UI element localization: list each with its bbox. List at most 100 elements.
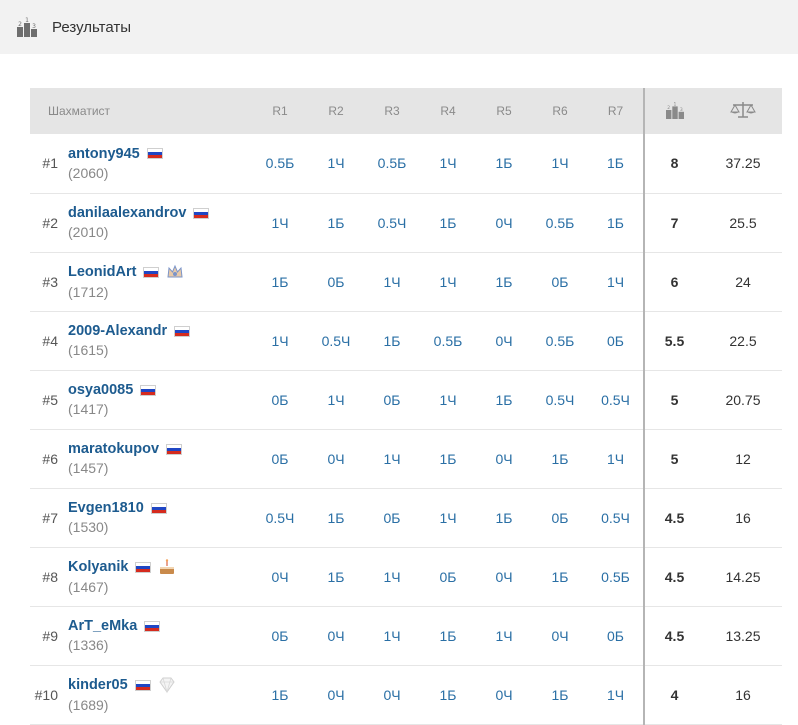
player-cell: osya0085 (1417) xyxy=(62,370,252,429)
round-result-link[interactable]: 0.5Ч xyxy=(252,488,308,547)
player-name-link[interactable]: ArT_eMka xyxy=(68,618,137,634)
round-result-link[interactable]: 1Ч xyxy=(476,606,532,665)
round-result-link[interactable]: 1Ч xyxy=(308,370,364,429)
round-result-link[interactable]: 1Б xyxy=(532,547,588,606)
round-result-link[interactable]: 1Б xyxy=(476,370,532,429)
player-name-link[interactable]: kinder05 xyxy=(68,677,128,693)
round-result-link[interactable]: 0Б xyxy=(252,606,308,665)
player-name-line: 2009-Alexandr xyxy=(68,323,252,339)
player-name-link[interactable]: osya0085 xyxy=(68,382,133,398)
round-result-link[interactable]: 1Ч xyxy=(364,429,420,488)
round-result-link[interactable]: 1Б xyxy=(308,547,364,606)
round-result-link[interactable]: 1Б xyxy=(476,488,532,547)
round-result-link[interactable]: 1Ч xyxy=(420,370,476,429)
player-rating: (1615) xyxy=(68,342,109,358)
round-result-link[interactable]: 1Б xyxy=(308,488,364,547)
round-result-link[interactable]: 0Б xyxy=(308,252,364,311)
player-cell: kinder05 (1689) xyxy=(62,665,252,724)
round-result-link[interactable]: 1Ч xyxy=(588,429,644,488)
round-result-link[interactable]: 0.5Б xyxy=(252,134,308,193)
round-result-link[interactable]: 1Ч xyxy=(420,488,476,547)
round-result-link[interactable]: 1Ч xyxy=(532,134,588,193)
round-result-link[interactable]: 1Б xyxy=(308,193,364,252)
player-name-line: danilaalexandrov xyxy=(68,205,252,221)
player-name-link[interactable]: maratokupov xyxy=(68,441,159,457)
round-result-link[interactable]: 0.5Б xyxy=(588,547,644,606)
round-result-link[interactable]: 0.5Б xyxy=(420,311,476,370)
round-result-link[interactable]: 1Б xyxy=(588,134,644,193)
round-result-link[interactable]: 1Ч xyxy=(252,193,308,252)
round-result-link[interactable]: 0Ч xyxy=(308,606,364,665)
player-name-link[interactable]: danilaalexandrov xyxy=(68,205,186,221)
round-result-link[interactable]: 0Ч xyxy=(308,429,364,488)
round-result-link[interactable]: 0.5Ч xyxy=(588,370,644,429)
column-header-score[interactable]: 1 2 3 xyxy=(643,88,704,134)
score-cell: 5 xyxy=(643,429,704,488)
round-result-link[interactable]: 0Ч xyxy=(476,193,532,252)
round-result-link[interactable]: 0Ч xyxy=(476,547,532,606)
round-result-link[interactable]: 0Ч xyxy=(308,665,364,724)
round-result-link[interactable]: 1Б xyxy=(252,252,308,311)
russia-flag-icon xyxy=(144,620,161,632)
player-rating: (1336) xyxy=(68,637,109,653)
round-result-link[interactable]: 0Б xyxy=(532,488,588,547)
column-header-tiebreak[interactable] xyxy=(704,88,782,134)
round-result-link[interactable]: 0.5Ч xyxy=(588,488,644,547)
round-result-link[interactable]: 0Ч xyxy=(364,665,420,724)
rank-cell: #3 xyxy=(42,273,58,290)
round-result-link[interactable]: 1Ч xyxy=(588,665,644,724)
round-result-link[interactable]: 1Ч xyxy=(252,311,308,370)
column-header-round: R5 xyxy=(496,104,512,118)
round-result-link[interactable]: 1Б xyxy=(420,606,476,665)
column-header-round: R3 xyxy=(384,104,400,118)
player-name-link[interactable]: LeonidArt xyxy=(68,264,136,280)
round-result-link[interactable]: 0Ч xyxy=(252,547,308,606)
round-result-link[interactable]: 1Б xyxy=(420,665,476,724)
round-result-link[interactable]: 1Б xyxy=(476,134,532,193)
round-result-link[interactable]: 1Б xyxy=(420,429,476,488)
player-name-link[interactable]: Evgen1810 xyxy=(68,500,144,516)
round-result-link[interactable]: 1Ч xyxy=(364,252,420,311)
round-result-link[interactable]: 0Б xyxy=(252,370,308,429)
round-result-link[interactable]: 0Ч xyxy=(476,311,532,370)
round-result-link[interactable]: 1Ч xyxy=(588,252,644,311)
round-result-link[interactable]: 0Б xyxy=(588,606,644,665)
round-result-link[interactable]: 0.5Б xyxy=(532,193,588,252)
round-result-link[interactable]: 1Б xyxy=(364,311,420,370)
round-result-link[interactable]: 0Б xyxy=(532,252,588,311)
round-result-link[interactable]: 1Б xyxy=(532,429,588,488)
column-header-round: R6 xyxy=(552,104,568,118)
round-result-link[interactable]: 0Б xyxy=(364,488,420,547)
player-name-line: antony945 xyxy=(68,146,252,162)
round-result-link[interactable]: 0Б xyxy=(420,547,476,606)
round-result-link[interactable]: 0Б xyxy=(588,311,644,370)
round-result-link[interactable]: 1Б xyxy=(588,193,644,252)
round-result-link[interactable]: 0.5Б xyxy=(364,134,420,193)
round-result-link[interactable]: 0.5Б xyxy=(532,311,588,370)
player-name-link[interactable]: Kolyanik xyxy=(68,559,128,575)
column-header-round: R1 xyxy=(272,104,288,118)
player-rating: (2060) xyxy=(68,164,109,181)
round-result-link[interactable]: 0.5Ч xyxy=(308,311,364,370)
round-result-link[interactable]: 1Б xyxy=(476,252,532,311)
round-result-link[interactable]: 1Ч xyxy=(364,547,420,606)
round-result-link[interactable]: 1Ч xyxy=(308,134,364,193)
round-result-link[interactable]: 1Б xyxy=(532,665,588,724)
round-result-link[interactable]: 0.5Ч xyxy=(532,370,588,429)
player-name-link[interactable]: 2009-Alexandr xyxy=(68,323,167,339)
round-result-link[interactable]: 1Б xyxy=(252,665,308,724)
round-result-link[interactable]: 0Б xyxy=(364,370,420,429)
player-name-link[interactable]: antony945 xyxy=(68,146,140,162)
round-result-link[interactable]: 0.5Ч xyxy=(364,193,420,252)
russia-flag-icon xyxy=(135,561,152,573)
round-result-link[interactable]: 0Ч xyxy=(476,429,532,488)
round-result-link[interactable]: 1Ч xyxy=(420,252,476,311)
round-result-link[interactable]: 1Ч xyxy=(420,134,476,193)
round-result-link[interactable]: 0Ч xyxy=(476,665,532,724)
round-result-link[interactable]: 1Ч xyxy=(364,606,420,665)
tiebreak-cell: 20.75 xyxy=(725,391,761,408)
tiebreak-cell: 16 xyxy=(735,509,751,526)
round-result-link[interactable]: 0Ч xyxy=(532,606,588,665)
round-result-link[interactable]: 1Б xyxy=(420,193,476,252)
round-result-link[interactable]: 0Б xyxy=(252,429,308,488)
